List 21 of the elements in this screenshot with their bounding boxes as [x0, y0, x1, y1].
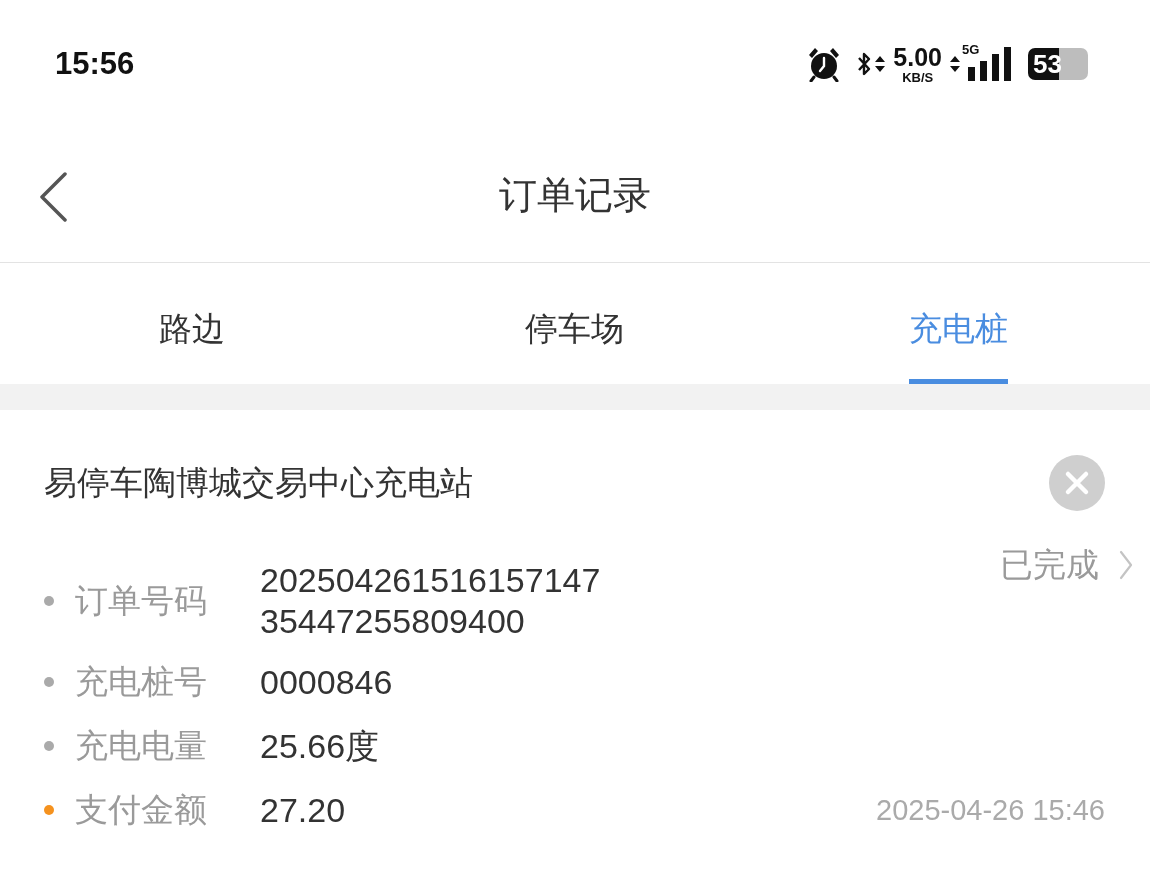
field-label: 支付金额	[75, 790, 207, 830]
field-label: 充电桩号	[75, 662, 207, 702]
data-activity-icon	[875, 56, 886, 72]
alarm-clock-icon	[807, 46, 842, 82]
page-title: 订单记录	[499, 172, 651, 218]
field-value: 20250426151615714735447255809400	[260, 560, 602, 642]
network-speed: 5.00	[893, 44, 942, 70]
network-type: 5G	[962, 43, 980, 56]
field-label: 充电电量	[75, 726, 207, 766]
field-label: 订单号码	[75, 581, 207, 621]
order-time: 2025-04-26 15:46	[876, 793, 1105, 828]
field-value: 25.66度	[260, 725, 380, 767]
field-value: 27.20	[260, 789, 346, 831]
back-icon[interactable]	[38, 172, 68, 222]
speed-unit: KB/S	[902, 70, 934, 84]
bluetooth-icon	[857, 50, 872, 78]
data-activity-icon	[950, 56, 960, 72]
field-value: 0000846	[260, 661, 393, 703]
station-name: 易停车陶博城交易中心充电站	[44, 462, 473, 503]
clock-time: 15:56	[55, 46, 135, 82]
chevron-right-icon	[1119, 550, 1133, 580]
